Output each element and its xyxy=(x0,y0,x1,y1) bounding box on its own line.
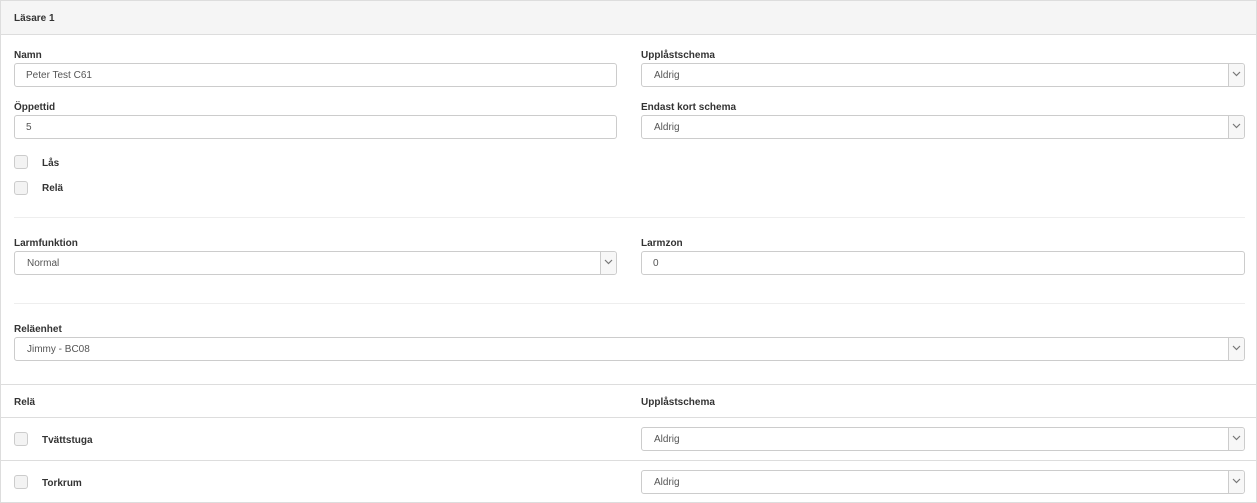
relay-label: Relä xyxy=(42,183,64,194)
unlock-schedule-select[interactable]: Aldrig xyxy=(641,63,1245,87)
card-only-schedule-value: Aldrig xyxy=(654,122,680,133)
reader-panel: Läsare 1 Namn Upplåstschema Aldrig Öppet… xyxy=(0,0,1257,503)
relay-unit-label: Reläenhet xyxy=(14,324,62,335)
panel-heading: Läsare 1 xyxy=(1,1,1256,35)
relay-row-schedule-select[interactable]: Aldrig xyxy=(641,470,1245,494)
chevron-down-icon xyxy=(1228,116,1244,138)
lock-label: Lås xyxy=(42,158,60,169)
chevron-down-icon xyxy=(1228,338,1244,360)
relay-unit-select[interactable]: Jimmy - BC08 xyxy=(14,337,1245,361)
unlock-schedule-value: Aldrig xyxy=(654,70,680,81)
alarm-zone-input[interactable] xyxy=(641,251,1245,275)
panel-title: Läsare 1 xyxy=(14,13,55,24)
schedule-column-header: Upplåstschema xyxy=(641,397,715,408)
lock-checkbox[interactable] xyxy=(14,155,28,169)
table-header-border xyxy=(1,417,1256,418)
unlock-schedule-label: Upplåstschema xyxy=(641,50,715,61)
open-time-label: Öppettid xyxy=(14,102,56,113)
relay-row-checkbox[interactable] xyxy=(14,475,28,489)
divider xyxy=(14,217,1245,218)
relay-row-schedule-select[interactable]: Aldrig xyxy=(641,427,1245,451)
relay-column-header: Relä xyxy=(14,397,36,408)
alarm-function-value: Normal xyxy=(27,258,60,269)
relay-unit-value: Jimmy - BC08 xyxy=(27,344,90,355)
relay-row-checkbox[interactable] xyxy=(14,432,28,446)
chevron-down-icon xyxy=(1228,64,1244,86)
alarm-function-select[interactable]: Normal xyxy=(14,251,617,275)
relay-row-name: Tvättstuga xyxy=(42,435,93,446)
chevron-down-icon xyxy=(1228,471,1244,493)
name-label: Namn xyxy=(14,50,42,61)
card-only-schedule-select[interactable]: Aldrig xyxy=(641,115,1245,139)
relay-checkbox[interactable] xyxy=(14,181,28,195)
relay-row-name: Torkrum xyxy=(42,478,82,489)
table-top-border xyxy=(1,384,1256,385)
card-only-schedule-label: Endast kort schema xyxy=(641,102,737,113)
chevron-down-icon xyxy=(600,252,616,274)
alarm-zone-label: Larmzon xyxy=(641,238,683,249)
relay-row-schedule-value: Aldrig xyxy=(654,434,680,445)
relay-row-schedule-value: Aldrig xyxy=(654,477,680,488)
divider xyxy=(14,303,1245,304)
alarm-function-label: Larmfunktion xyxy=(14,238,78,249)
open-time-input[interactable] xyxy=(14,115,617,139)
table-row-border xyxy=(1,460,1256,461)
name-input[interactable] xyxy=(14,63,617,87)
chevron-down-icon xyxy=(1228,428,1244,450)
